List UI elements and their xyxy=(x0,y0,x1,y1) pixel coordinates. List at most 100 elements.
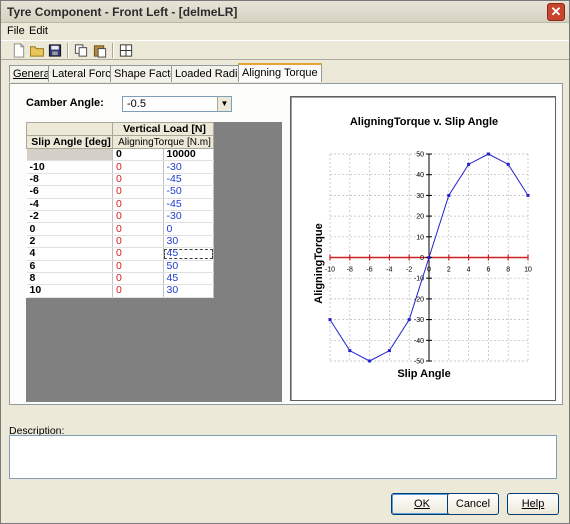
data-point xyxy=(526,193,530,197)
data-point xyxy=(447,193,451,197)
torque-cell[interactable]: -45 xyxy=(163,173,214,187)
torque-data-grid[interactable]: Vertical Load [N] Slip Angle [deg] Align… xyxy=(26,122,214,298)
torque-cell[interactable]: -45 xyxy=(163,198,214,211)
data-point xyxy=(486,152,490,156)
menu-bar: File Edit xyxy=(1,24,569,40)
table-row: 8 0 45 xyxy=(26,272,214,286)
data-point xyxy=(368,359,372,363)
y-tick-label: -30 xyxy=(414,317,424,324)
slip-angle-cell: 0 xyxy=(26,222,113,236)
torque-cell[interactable]: -30 xyxy=(163,160,214,174)
slip-angle-cell: 2 xyxy=(26,235,113,249)
toolbar-separator xyxy=(67,43,69,58)
slip-angle-cell: 8 xyxy=(26,272,113,286)
table-row: 2 0 30 xyxy=(26,235,214,249)
close-button[interactable]: ✕ xyxy=(547,3,565,21)
slip-angle-header: Slip Angle [deg] xyxy=(26,135,113,149)
torque-cell[interactable]: 0 xyxy=(163,222,214,236)
y-tick-label: -50 xyxy=(414,359,424,366)
y-tick-label: 0 xyxy=(420,255,424,262)
cancel-button[interactable]: Cancel xyxy=(447,493,499,515)
table-row: -8 0 -45 xyxy=(26,173,214,187)
menu-edit[interactable]: Edit xyxy=(29,25,48,37)
torque-cell[interactable]: 50 xyxy=(163,260,214,273)
description-field[interactable] xyxy=(9,435,557,479)
load-index: 0 xyxy=(112,148,164,162)
index-cell: 0 xyxy=(112,185,164,199)
new-document-icon[interactable] xyxy=(11,43,27,58)
slip-angle-cell: 6 xyxy=(26,260,113,273)
chevron-down-icon[interactable]: ▼ xyxy=(217,97,231,111)
aligning-torque-header: AligningTorque [N.m] xyxy=(112,135,214,149)
table-row: -10 0 -30 xyxy=(26,160,214,174)
index-cell: 0 xyxy=(112,222,164,236)
slip-angle-cell: -10 xyxy=(26,160,113,174)
x-tick-label: 2 xyxy=(447,267,451,274)
torque-cell[interactable]: 45 xyxy=(163,247,214,261)
index-cell: 0 xyxy=(112,272,164,286)
ok-button[interactable]: OK xyxy=(391,493,453,515)
slip-angle-cell: -8 xyxy=(26,173,113,187)
torque-cell[interactable]: -50 xyxy=(163,185,214,199)
table-row: 6 0 50 xyxy=(26,260,214,273)
copy-icon[interactable] xyxy=(73,43,89,58)
index-cell: 0 xyxy=(112,235,164,249)
camber-angle-label: Camber Angle: xyxy=(26,97,104,109)
paste-icon[interactable] xyxy=(92,43,108,58)
torque-cell[interactable]: 45 xyxy=(163,272,214,286)
menu-file[interactable]: File xyxy=(7,25,25,37)
y-tick-label: 50 xyxy=(416,152,424,159)
table-row: -6 0 -50 xyxy=(26,185,214,199)
toolbar-separator xyxy=(112,43,114,58)
tyre-component-window: Tyre Component - Front Left - [delmeLR] … xyxy=(0,0,570,524)
slip-angle-cell: 10 xyxy=(26,284,113,298)
x-axis-title: Slip Angle xyxy=(397,368,450,380)
table-row: 4 0 45 xyxy=(26,247,214,261)
data-point xyxy=(467,162,471,166)
y-tick-label: 40 xyxy=(416,172,424,179)
load-row: 0 10000 xyxy=(26,148,214,162)
vertical-load-header: Vertical Load [N] xyxy=(112,122,214,136)
table-row: 10 0 30 xyxy=(26,284,214,298)
x-tick-label: -10 xyxy=(325,267,335,274)
tab-general-label: General xyxy=(13,68,53,80)
torque-cell[interactable]: 30 xyxy=(163,284,214,298)
cancel-button-label: Cancel xyxy=(455,498,491,510)
index-cell: 0 xyxy=(112,247,164,261)
data-point xyxy=(407,318,411,322)
open-folder-icon[interactable] xyxy=(29,43,45,58)
slip-angle-cell: -2 xyxy=(26,210,113,224)
grid-icon[interactable] xyxy=(118,43,134,58)
load-row-label xyxy=(26,148,113,162)
torque-cell[interactable]: 30 xyxy=(163,235,214,249)
y-axis-title: AligningTorque xyxy=(313,223,325,303)
aligning-torque-chart: -10 -8 -6 -4 -2 0 2 4 6 8 1050403020100-10-20-30-4… xyxy=(313,152,532,381)
slip-angle-cell: -6 xyxy=(26,185,113,199)
help-button[interactable]: Help xyxy=(507,493,559,515)
grid-body: -10 0 -30 -8 0 -45 -6 0 -50 -4 0 -45 -2 0 -30 0 0 0 2 0 30 4 0… xyxy=(26,160,214,298)
save-icon[interactable] xyxy=(47,43,63,58)
y-tick-label: -40 xyxy=(414,338,424,345)
x-tick-label: -4 xyxy=(386,267,392,274)
data-point xyxy=(427,256,431,259)
camber-angle-select[interactable]: -0.5 ▼ xyxy=(122,96,232,112)
x-tick-label: 10 xyxy=(524,267,532,274)
table-row: 000 xyxy=(26,222,214,236)
x-tick-label: 0 xyxy=(427,267,431,274)
window-title: Tyre Component - Front Left - [delmeLR] xyxy=(7,5,238,19)
index-cell: 0 xyxy=(112,210,164,224)
table-row: -2 0 -30 xyxy=(26,210,214,224)
load-value[interactable]: 10000 xyxy=(163,148,214,162)
slip-angle-cell: -4 xyxy=(26,198,113,211)
data-point xyxy=(348,349,352,353)
index-cell: 0 xyxy=(112,173,164,187)
y-tick-label: 30 xyxy=(416,193,424,200)
aligning-torque-panel: Camber Angle: -0.5 ▼ Vertical Load [N] S… xyxy=(9,83,563,405)
tab-aligning-torque-label: Aligning Torque xyxy=(242,67,318,79)
torque-cell[interactable]: -30 xyxy=(163,210,214,224)
y-tick-label: 10 xyxy=(416,234,424,241)
tab-aligning-torque[interactable]: Aligning Torque xyxy=(238,63,322,82)
index-cell: 0 xyxy=(112,260,164,273)
x-tick-label: 4 xyxy=(467,267,471,274)
tab-lateral-force-label: Lateral Force xyxy=(52,68,117,80)
